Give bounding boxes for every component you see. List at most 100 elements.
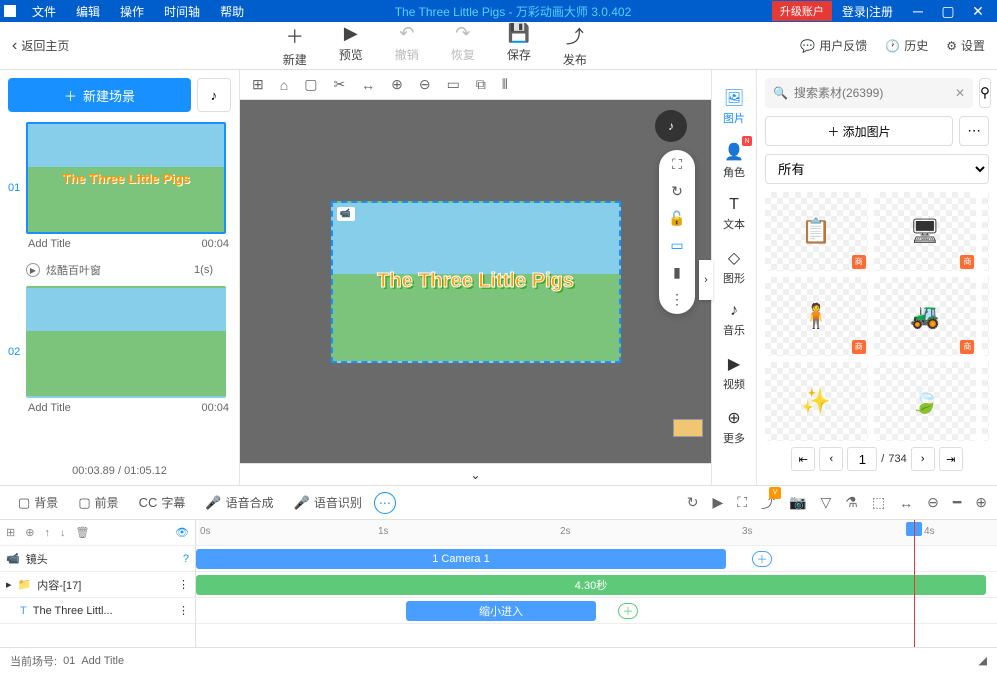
align-icon[interactable]: ↔ xyxy=(361,77,375,93)
undo-button[interactable]: ↶撤销 xyxy=(395,23,419,68)
tab-character[interactable]: 👤角色N xyxy=(712,134,756,188)
playhead[interactable] xyxy=(914,520,915,647)
marker-icon[interactable]: ▽ xyxy=(821,494,832,511)
filter-button[interactable]: ⚲ xyxy=(979,78,991,108)
camera-track-header[interactable]: 📹 镜头 ? xyxy=(0,546,195,572)
content-track[interactable]: 4.30秒 xyxy=(196,572,997,598)
tab-shape[interactable]: ◇图形 xyxy=(712,240,756,294)
save-button[interactable]: 💾保存 xyxy=(507,23,531,68)
last-page-button[interactable]: ⇥ xyxy=(939,447,963,471)
tab-asr[interactable]: 🎤语音识别 xyxy=(286,490,370,515)
more-options-button[interactable]: ⋯ xyxy=(959,116,989,146)
stage-content[interactable]: 📹 The Three Little Pigs xyxy=(331,201,621,363)
zoom-in-icon[interactable]: ⊕ xyxy=(391,76,403,93)
clear-icon[interactable]: ✕ xyxy=(955,86,965,100)
zoom-out-icon[interactable]: ⊖ xyxy=(419,76,431,93)
toggle-icon[interactable]: ⬚ xyxy=(872,494,885,511)
content-track-header[interactable]: ▸ 📁 内容-[17] ⋮ xyxy=(0,572,195,598)
timeline-ruler[interactable]: 0s 1s 2s 3s 4s xyxy=(196,520,997,546)
up-icon[interactable]: ↑ xyxy=(44,527,50,539)
menu-file[interactable]: 文件 xyxy=(22,3,66,20)
fit-icon[interactable]: ▭ xyxy=(447,76,460,93)
menu-action[interactable]: 操作 xyxy=(110,3,154,20)
content-clip[interactable]: 4.30秒 xyxy=(196,575,986,595)
track-menu-icon[interactable]: ⋮ xyxy=(178,578,189,591)
align-right-icon[interactable]: ⫴ xyxy=(502,76,508,93)
mini-map[interactable] xyxy=(673,419,703,437)
text-track-header[interactable]: T The Three Littl... ⋮ xyxy=(0,598,195,624)
prev-page-button[interactable]: ‹ xyxy=(819,447,843,471)
music-float-button[interactable]: ♪ xyxy=(655,110,687,142)
asset-item[interactable]: 📦商 xyxy=(982,192,989,271)
asset-item[interactable]: 🚜商 xyxy=(874,277,977,356)
filter-icon[interactable]: ⚗ xyxy=(845,494,858,511)
scene-item[interactable]: 02 Add Title00:04 xyxy=(8,286,231,418)
asset-item[interactable]: 📋商 xyxy=(765,192,868,271)
page-input[interactable] xyxy=(847,447,877,471)
add-keyframe-button[interactable]: ＋ xyxy=(618,603,638,619)
expand-right-button[interactable]: › xyxy=(699,260,713,300)
zoom-in-icon[interactable]: ⊕ xyxy=(975,494,987,511)
feedback-button[interactable]: 💬用户反馈 xyxy=(800,37,867,54)
close-button[interactable]: ✕ xyxy=(963,3,993,20)
add-image-button[interactable]: ＋ 添加图片 xyxy=(765,116,953,146)
fullscreen-icon[interactable]: ⛶ xyxy=(737,494,747,511)
timeline-more-button[interactable]: ⋯ xyxy=(374,492,396,514)
stage-title-text[interactable]: The Three Little Pigs xyxy=(377,270,574,293)
text-track[interactable]: 缩小进入 ＋ xyxy=(196,598,997,624)
login-register[interactable]: 登录|注册 xyxy=(832,3,903,20)
upgrade-account[interactable]: 升级账户 xyxy=(772,1,832,21)
asset-item[interactable]: 🧍商 xyxy=(765,277,868,356)
maximize-button[interactable]: ▢ xyxy=(933,3,963,20)
redo-button[interactable]: ↷恢复 xyxy=(451,23,475,68)
scene-item[interactable]: 01 The Three Little Pigs Add Title00:04 xyxy=(8,122,231,254)
scene-thumbnail[interactable]: The Three Little Pigs xyxy=(26,122,226,234)
fullscreen-icon[interactable]: ⛶ xyxy=(672,156,682,173)
category-select[interactable]: 所有 xyxy=(765,154,989,184)
add-keyframe-button[interactable]: ＋ xyxy=(752,551,772,567)
cut-icon[interactable]: ✂ xyxy=(333,76,345,93)
screen-icon[interactable]: ▭ xyxy=(670,237,683,254)
home-icon[interactable]: ⌂ xyxy=(280,77,288,93)
camera-track[interactable]: 1 Camera 1 ＋ xyxy=(196,546,997,572)
rotate-icon[interactable]: ↻ xyxy=(671,183,683,200)
tab-text[interactable]: T文本 xyxy=(712,188,756,240)
add-clip-icon[interactable]: ⊕ xyxy=(25,526,34,539)
text-clip[interactable]: 缩小进入 xyxy=(406,601,596,621)
publish-button[interactable]: ⤴发布 xyxy=(563,23,587,68)
tab-subtitle[interactable]: CC字幕 xyxy=(131,490,194,515)
menu-help[interactable]: 帮助 xyxy=(210,3,254,20)
unlock-icon[interactable]: 🔓 xyxy=(668,210,685,227)
play-icon[interactable]: ▶ xyxy=(712,494,723,511)
back-home-button[interactable]: ‹ 返回主页 xyxy=(12,37,69,55)
restart-icon[interactable]: ↻ xyxy=(687,494,699,511)
tab-foreground[interactable]: ▢前景 xyxy=(70,490,126,515)
asset-item[interactable]: 🎊商 xyxy=(982,277,989,356)
eye-icon[interactable]: 👁 xyxy=(175,526,189,539)
copy-icon[interactable]: ⧉ xyxy=(476,76,486,93)
transition-row[interactable]: ▶ 炫酷百叶窗 1(s) xyxy=(8,258,231,286)
zoom-slider[interactable]: ━ xyxy=(953,494,961,511)
ruler-icon[interactable]: ⊞ xyxy=(252,76,264,93)
tab-image[interactable]: 🖼图片 xyxy=(712,80,756,134)
new-button[interactable]: ＋新建 xyxy=(283,23,307,68)
square-icon[interactable]: ▢ xyxy=(304,76,317,93)
more-icon[interactable]: ⋮ xyxy=(670,291,684,308)
device-icon[interactable]: ▮ xyxy=(673,264,681,281)
asset-item[interactable]: ✨ xyxy=(765,362,868,441)
help-icon[interactable]: ? xyxy=(183,553,189,565)
resize-handle-icon[interactable]: ◢ xyxy=(979,654,987,667)
menu-timeline[interactable]: 时间轴 xyxy=(154,3,210,20)
delete-icon[interactable]: 🗑 xyxy=(75,526,89,539)
menu-edit[interactable]: 编辑 xyxy=(66,3,110,20)
zoom-out-icon[interactable]: ⊖ xyxy=(927,494,939,511)
asset-item[interactable]: 🖥商 xyxy=(874,192,977,271)
down-icon[interactable]: ↓ xyxy=(60,527,66,539)
track-menu-icon[interactable]: ⋮ xyxy=(178,604,189,617)
first-page-button[interactable]: ⇤ xyxy=(791,447,815,471)
tab-more[interactable]: ⊕更多 xyxy=(712,400,756,454)
chevron-icon[interactable]: ▸ xyxy=(6,578,12,591)
tab-background[interactable]: ▢背景 xyxy=(10,490,66,515)
add-track-icon[interactable]: ⊞ xyxy=(6,526,15,539)
export-icon[interactable]: ⤴V xyxy=(761,493,775,513)
